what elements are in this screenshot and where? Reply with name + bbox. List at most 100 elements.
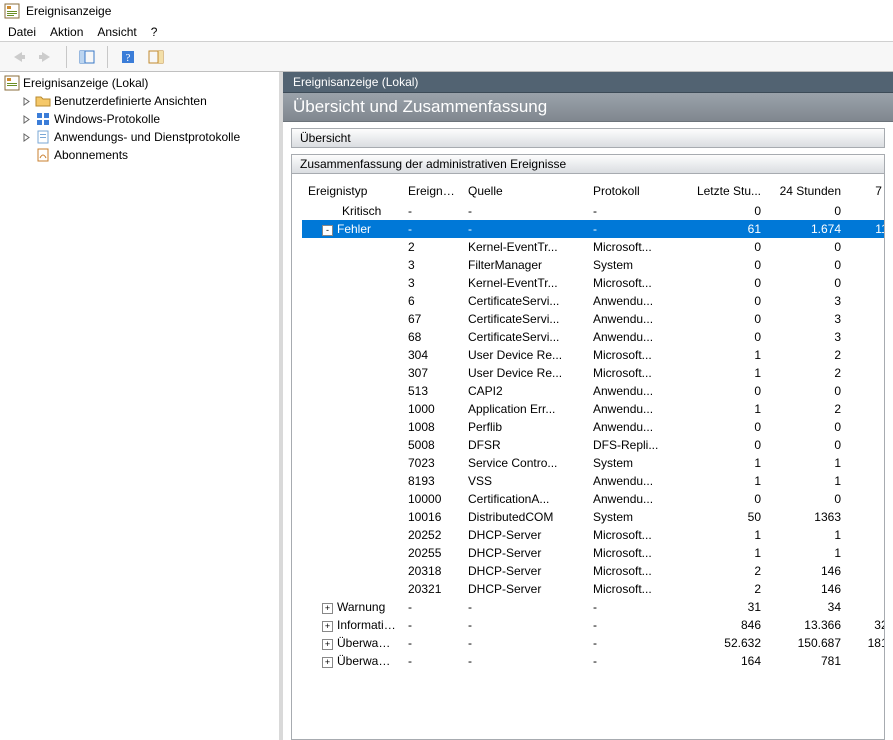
forward-button[interactable]	[34, 45, 58, 69]
table-row-group[interactable]: +Überwachun...---52.632150.687181.552	[302, 634, 885, 652]
menu-file[interactable]: Datei	[8, 25, 36, 39]
table-row[interactable]: 20252DHCP-ServerMicrosoft...112	[302, 526, 885, 544]
section-overview-header: Übersicht	[291, 128, 885, 148]
table-row[interactable]: 20321DHCP-ServerMicrosoft...2146874	[302, 580, 885, 598]
cell: 1	[767, 472, 847, 490]
table-row[interactable]: 68CertificateServi...Anwendu...033	[302, 328, 885, 346]
cell: 1	[767, 526, 847, 544]
show-hide-tree-button[interactable]	[75, 45, 99, 69]
table-row[interactable]: 3FilterManagerSystem006	[302, 256, 885, 274]
col-7-days[interactable]: 7 Tage	[847, 182, 885, 202]
cell: Microsoft...	[587, 274, 687, 292]
menu-help[interactable]: ?	[151, 25, 158, 39]
cell	[302, 256, 402, 274]
table-row-group[interactable]: +Warnung---313449	[302, 598, 885, 616]
cell: 8193	[402, 472, 462, 490]
cell: 146	[767, 580, 847, 598]
table-row[interactable]: 10016DistributedCOMSystem5013639584	[302, 508, 885, 526]
cell: 781	[767, 652, 847, 670]
table-row[interactable]: 1008PerflibAnwendu...002	[302, 418, 885, 436]
expand-icon[interactable]: +	[322, 621, 333, 632]
tree-item-windows-logs[interactable]: Windows-Protokolle	[0, 110, 279, 128]
table-row[interactable]: 2Kernel-EventTr...Microsoft...003	[302, 238, 885, 256]
tree-item-custom-views[interactable]: Benutzerdefinierte Ansichten	[0, 92, 279, 110]
tree-label: Anwendungs- und Dienstprotokolle	[54, 130, 240, 144]
tree-root[interactable]: Ereignisanzeige (Lokal)	[0, 74, 279, 92]
cell: 10016	[402, 508, 462, 526]
col-proto[interactable]: Protokoll	[587, 182, 687, 202]
col-24-hours[interactable]: 24 Stunden	[767, 182, 847, 202]
cell: 67	[402, 310, 462, 328]
cell: 2	[767, 364, 847, 382]
table-row[interactable]: 304User Device Re...Microsoft...129	[302, 346, 885, 364]
chevron-right-icon[interactable]	[20, 113, 32, 125]
table-row[interactable]: 7023Service Contro...System111	[302, 454, 885, 472]
chevron-right-icon[interactable]	[20, 131, 32, 143]
table-row-group[interactable]: Kritisch---000	[302, 202, 885, 220]
subscription-icon	[35, 147, 51, 163]
summary-body[interactable]: Ereignistyp Ereignis... Quelle Protokoll…	[291, 174, 885, 740]
cell	[302, 562, 402, 580]
collapse-icon[interactable]: -	[322, 225, 333, 236]
table-row[interactable]: 20255DHCP-ServerMicrosoft...112	[302, 544, 885, 562]
col-last-hour[interactable]: Letzte Stu...	[687, 182, 767, 202]
table-row-group[interactable]: -Fehler---611.67411.398	[302, 220, 885, 238]
cell	[302, 454, 402, 472]
cell: DHCP-Server	[462, 562, 587, 580]
tree-item-app-service-logs[interactable]: Anwendungs- und Dienstprotokolle	[0, 128, 279, 146]
chevron-right-icon[interactable]	[20, 95, 32, 107]
cell: User Device Re...	[462, 346, 587, 364]
table-row[interactable]: 3Kernel-EventTr...Microsoft...001	[302, 274, 885, 292]
cell: 1.674	[767, 220, 847, 238]
table-row[interactable]: 8193VSSAnwendu...111	[302, 472, 885, 490]
help-button[interactable]: ?	[116, 45, 140, 69]
cell: 3	[767, 310, 847, 328]
expand-icon[interactable]: +	[322, 657, 333, 668]
cell: System	[587, 508, 687, 526]
cell: 1	[687, 400, 767, 418]
table-row[interactable]: 20318DHCP-ServerMicrosoft...2146874	[302, 562, 885, 580]
row-label: Fehler	[337, 222, 371, 236]
cell: 2	[847, 544, 885, 562]
cell: 2	[767, 400, 847, 418]
table-row-group[interactable]: +Informationen---84613.36632.845	[302, 616, 885, 634]
table-row[interactable]: 5008DFSRDFS-Repli...002	[302, 436, 885, 454]
nav-tree[interactable]: Ereignisanzeige (Lokal) Benutzerdefinier…	[0, 72, 283, 740]
tree-item-subscriptions[interactable]: Abonnements	[0, 146, 279, 164]
cell	[302, 544, 402, 562]
menu-view[interactable]: Ansicht	[97, 25, 136, 39]
cell: Anwendu...	[587, 328, 687, 346]
cell: 164	[687, 652, 767, 670]
col-id[interactable]: Ereignis...	[402, 182, 462, 202]
cell: 0	[767, 418, 847, 436]
col-type[interactable]: Ereignistyp	[302, 182, 402, 202]
cell	[302, 328, 402, 346]
back-button[interactable]	[6, 45, 30, 69]
table-row[interactable]: 1000Application Err...Anwendu...123	[302, 400, 885, 418]
cell: 0	[687, 328, 767, 346]
table-row-group[interactable]: +Überwachun...---164781817	[302, 652, 885, 670]
cell: 68	[402, 328, 462, 346]
expand-icon[interactable]: +	[322, 603, 333, 614]
cell: 0	[767, 202, 847, 220]
section-overview: Übersicht	[291, 128, 885, 148]
show-hide-action-pane-button[interactable]	[144, 45, 168, 69]
cell: 34	[767, 598, 847, 616]
table-row[interactable]: 513CAPI2Anwendu...0015	[302, 382, 885, 400]
table-row[interactable]: 10000CertificationA...Anwendu...001	[302, 490, 885, 508]
table-row[interactable]: 6CertificateServi...Anwendu...033	[302, 292, 885, 310]
menu-action[interactable]: Aktion	[50, 25, 83, 39]
expand-icon[interactable]: +	[322, 639, 333, 650]
table-row[interactable]: 307User Device Re...Microsoft...129	[302, 364, 885, 382]
col-source[interactable]: Quelle	[462, 182, 587, 202]
table-header-row[interactable]: Ereignistyp Ereignis... Quelle Protokoll…	[302, 182, 885, 202]
cell: DFS-Repli...	[587, 436, 687, 454]
cell: CertificateServi...	[462, 310, 587, 328]
table-row[interactable]: 67CertificateServi...Anwendu...033	[302, 310, 885, 328]
cell: -	[402, 652, 462, 670]
cell: Microsoft...	[587, 526, 687, 544]
summary-table[interactable]: Ereignistyp Ereignis... Quelle Protokoll…	[302, 182, 885, 670]
cell: 3	[402, 256, 462, 274]
cell: -	[462, 652, 587, 670]
cell: 0	[767, 382, 847, 400]
